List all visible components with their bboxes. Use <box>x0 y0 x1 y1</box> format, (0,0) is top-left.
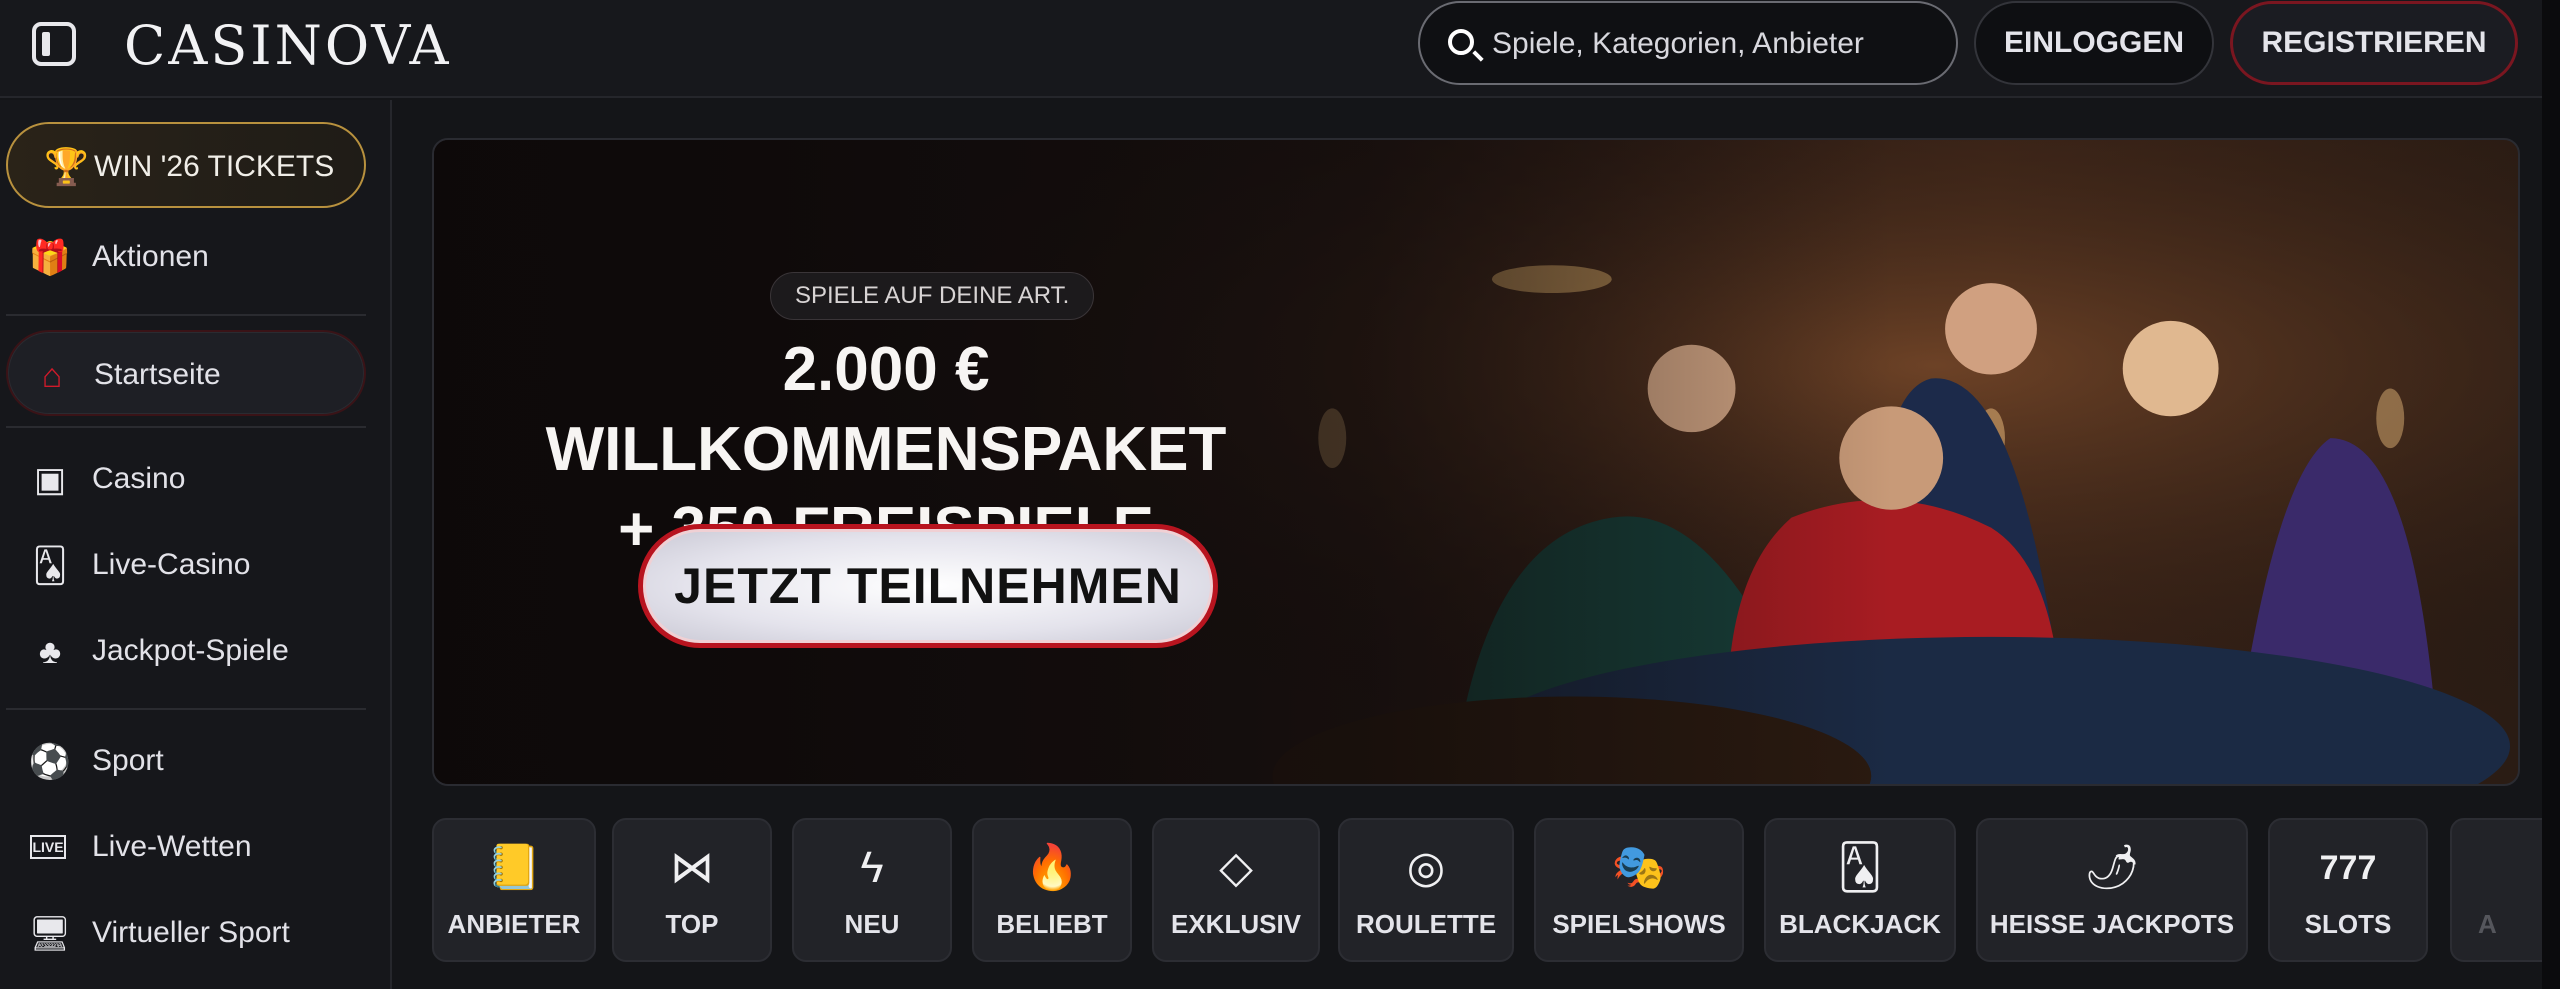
category-label: BELIEBT <box>996 908 1108 939</box>
main-content: SPIELE AUF DEINE ART. 2.000 € WILLKOMMEN… <box>392 100 2542 989</box>
sidebar-item-label: Virtueller Sport <box>92 916 290 949</box>
sidebar-item-live-casino[interactable]: 🂡 Live-Casino <box>6 522 366 608</box>
category-slots[interactable]: 777 SLOTS <box>2268 818 2428 962</box>
sidebar-item-label: Live-Casino <box>92 548 251 581</box>
category-label: SLOTS <box>2304 908 2392 939</box>
sidebar-item-sport[interactable]: ⚽ Sport <box>6 718 366 804</box>
category-spielshows[interactable]: 🎭 SPIELSHOWS <box>1534 818 1744 962</box>
casino-logo[interactable]: CASINOVA <box>124 14 452 77</box>
live-badge-icon: LIVE <box>30 835 66 859</box>
category-label: BLACKJACK <box>1779 908 1941 939</box>
home-icon: ⌂ <box>41 356 63 395</box>
sidebar-item-aktionen[interactable]: 🎁 Aktionen <box>6 214 366 300</box>
top-bar: CASINOVA EINLOGGEN REGISTRIEREN <box>0 0 2560 98</box>
promo-banner[interactable]: SPIELE AUF DEINE ART. 2.000 € WILLKOMMEN… <box>432 138 2520 786</box>
lightning-icon: ϟ <box>860 842 884 892</box>
join-now-button[interactable]: JETZT TEILNEHMEN <box>638 524 1218 648</box>
sidebar-toggle-icon[interactable] <box>32 22 76 66</box>
category-label: SPIELSHOWS <box>1552 908 1726 939</box>
sidebar-item-label: Sport <box>92 744 164 777</box>
category-label: TOP <box>665 908 719 939</box>
category-top[interactable]: ⋈ TOP <box>612 818 772 962</box>
category-label: EXKLUSIV <box>1170 908 1302 939</box>
divider <box>6 426 366 428</box>
live-cards-icon: 🂡 <box>32 547 68 585</box>
sidebar-item-startseite[interactable]: ⌂ Startseite <box>6 330 366 416</box>
banner-tagline: SPIELE AUF DEINE ART. <box>770 272 1095 320</box>
search-icon <box>1448 29 1474 55</box>
sidebar-item-label: Casino <box>92 462 186 495</box>
login-button[interactable]: EINLOGGEN <box>1974 1 2214 85</box>
category-blackjack[interactable]: 🂡 BLACKJACK <box>1764 818 1956 962</box>
divider <box>6 314 366 316</box>
sevens-icon: 777 <box>2319 848 2377 887</box>
sidebar-item-live-wetten[interactable]: LIVE Live-Wetten <box>6 804 366 890</box>
register-button[interactable]: REGISTRIEREN <box>2230 1 2518 85</box>
banner-headline-line1: 2.000 € WILLKOMMENSPAKET <box>545 335 1227 484</box>
divider <box>6 708 366 710</box>
search-input[interactable] <box>1492 23 1932 65</box>
bowtie-icon: ⋈ <box>670 842 714 892</box>
category-partial[interactable]: A <box>2450 818 2542 962</box>
category-strip: 📒 ANBIETER ⋈ TOP ϟ NEU 🔥 BELIEBT ◇ EXKLU… <box>432 818 2542 964</box>
sidebar-item-virtueller-sport[interactable]: 🖥 Virtueller Sport <box>6 890 366 976</box>
page-edge <box>2542 0 2560 989</box>
category-neu[interactable]: ϟ NEU <box>792 818 952 962</box>
category-beliebt[interactable]: 🔥 BELIEBT <box>972 818 1132 962</box>
gift-icon: 🎁 <box>28 239 72 277</box>
category-heisse-jackpots[interactable]: 🌶 HEISSE JACKPOTS <box>1976 818 2248 962</box>
trophy-icon: 🏆 <box>44 146 89 187</box>
sidebar-item-casino[interactable]: ▣ Casino <box>6 436 366 522</box>
sidebar-item-label: Jackpot-Spiele <box>92 634 289 667</box>
sidebar-item-label: Aktionen <box>92 240 209 273</box>
category-exklusiv[interactable]: ◇ EXKLUSIV <box>1152 818 1320 962</box>
diamond-icon: ◇ <box>1219 842 1253 892</box>
sidebar-item-jackpot-spiele[interactable]: ♣ Jackpot-Spiele <box>6 608 366 694</box>
provider-book-icon: 📒 <box>486 842 542 892</box>
clover-icon: ♣ <box>38 632 62 671</box>
sidebar-item-label: Startseite <box>94 358 221 391</box>
promo-tickets-button[interactable]: 🏆 WIN '26 TICKETS <box>6 122 366 208</box>
playing-cards-icon: 🂡 <box>1837 842 1883 892</box>
sidebar-item-label: Live-Wetten <box>92 830 252 863</box>
category-roulette[interactable]: ◎ ROULETTE <box>1338 818 1514 962</box>
roulette-icon: ◎ <box>1406 842 1446 892</box>
category-label: ROULETTE <box>1355 908 1497 939</box>
category-label: ANBIETER <box>447 908 581 939</box>
category-label: HEISSE JACKPOTS <box>1989 908 2235 939</box>
hot-pepper-icon: 🌶 <box>2084 842 2140 892</box>
category-label: NEU <box>844 908 900 939</box>
promo-label: WIN '26 TICKETS <box>94 150 335 183</box>
sidebar: 🏆 WIN '26 TICKETS 🎁 Aktionen ⌂ Startseit… <box>0 100 392 989</box>
mask-icon: 🎭 <box>1611 842 1667 892</box>
soccer-ball-icon: ⚽ <box>28 743 72 781</box>
flame-icon: 🔥 <box>1024 842 1080 892</box>
virtual-sport-icon: 🖥 <box>28 915 72 953</box>
category-anbieter[interactable]: 📒 ANBIETER <box>432 818 596 962</box>
slot-machine-icon: ▣ <box>33 461 67 499</box>
search-box[interactable] <box>1418 1 1958 85</box>
category-label: A <box>2478 908 2497 939</box>
